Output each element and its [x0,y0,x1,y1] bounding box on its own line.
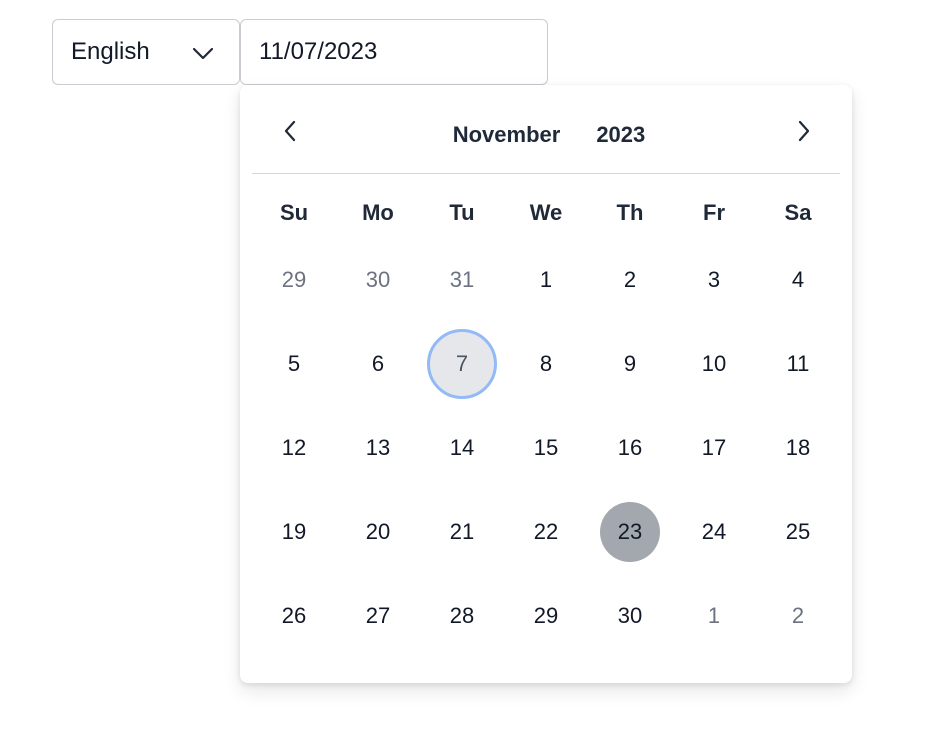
calendar-day-number: 5 [287,351,301,376]
calendar-day[interactable]: 26 [252,574,336,658]
calendar-day-outside-month[interactable]: 1 [672,574,756,658]
calendar-day-number: 3 [707,267,721,292]
calendar-day-number: 17 [701,435,727,460]
calendar-day[interactable]: 20 [336,490,420,574]
calendar-day[interactable]: 5 [252,322,336,406]
weekday-header-row: Su Mo Tu We Th Fr Sa [252,193,840,233]
calendar-day-number: 2 [623,267,637,292]
weekday-label: Mo [362,200,394,225]
calendar-day-outside-month[interactable]: 29 [252,238,336,322]
calendar-day[interactable]: 29 [504,574,588,658]
calendar-day-number: 11 [786,351,810,376]
calendar-day-number: 12 [281,435,307,460]
calendar-day-outside-month[interactable]: 2 [756,574,840,658]
calendar-day-number: 28 [449,603,475,628]
calendar-day-number: 10 [701,351,727,376]
calendar-day-number: 21 [449,519,475,544]
calendar-day[interactable]: 14 [420,406,504,490]
calendar-day-number: 6 [371,351,385,376]
calendar-year[interactable]: 2023 [596,122,645,148]
calendar-day-number: 19 [281,519,307,544]
calendar-day-number: 13 [365,435,391,460]
weekday-label: Su [279,200,309,225]
calendar-day[interactable]: 10 [672,322,756,406]
calendar-days-grid: 29 30 31 1 2 3 4 5 6 7 8 9 10 11 12 13 14 15 16 17 18 19 20 21 2… [252,238,840,658]
calendar-day-number: 29 [533,603,559,628]
calendar-day-selected[interactable]: 23 [588,490,672,574]
calendar-day-number: 20 [365,519,391,544]
weekday-label: Sa [784,200,812,225]
calendar-day-outside-month[interactable]: 31 [420,238,504,322]
calendar-day[interactable]: 16 [588,406,672,490]
calendar-day-number: 22 [533,519,559,544]
calendar-day-number: 4 [791,267,805,292]
calendar-day-number: 7 [427,329,497,399]
calendar-day[interactable]: 18 [756,406,840,490]
calendar-day-number: 1 [539,267,553,292]
calendar-title: November 2023 [252,85,840,185]
calendar-day[interactable]: 9 [588,322,672,406]
calendar-month[interactable]: November [453,122,561,148]
calendar-day[interactable]: 28 [420,574,504,658]
weekday-label: We [529,200,563,225]
calendar-day-number: 18 [785,435,811,460]
calendar-day[interactable]: 30 [588,574,672,658]
calendar-day-number: 15 [533,435,559,460]
calendar-popup: November 2023 Su Mo Tu We Th Fr Sa 29 30 3… [240,85,852,683]
calendar-day[interactable]: 3 [672,238,756,322]
weekday-label: Tu [449,200,475,225]
calendar-day[interactable]: 17 [672,406,756,490]
language-select[interactable]: English [52,19,240,85]
chevron-right-icon [798,120,810,142]
calendar-day-number: 1 [707,603,721,628]
calendar-day[interactable]: 12 [252,406,336,490]
calendar-day[interactable]: 27 [336,574,420,658]
next-month-button[interactable] [790,117,818,145]
date-input[interactable] [240,19,548,85]
calendar-day[interactable]: 19 [252,490,336,574]
calendar-day-number: 30 [365,267,391,292]
calendar-day-number: 31 [449,267,475,292]
calendar-day[interactable]: 15 [504,406,588,490]
calendar-day[interactable]: 4 [756,238,840,322]
calendar-day-number: 30 [617,603,643,628]
calendar-day[interactable]: 13 [336,406,420,490]
weekday-label: Fr [703,200,725,225]
calendar-day[interactable]: 11 [756,322,840,406]
calendar-day-outside-month[interactable]: 30 [336,238,420,322]
calendar-day[interactable]: 21 [420,490,504,574]
chevron-down-icon [192,47,214,60]
calendar-day-number: 24 [701,519,727,544]
calendar-day-number: 9 [623,351,637,376]
calendar-day[interactable]: 25 [756,490,840,574]
calendar-day[interactable]: 24 [672,490,756,574]
calendar-day-number: 16 [617,435,643,460]
calendar-day-number: 29 [281,267,307,292]
prev-month-button[interactable] [276,117,304,145]
calendar-day[interactable]: 8 [504,322,588,406]
calendar-day[interactable]: 6 [336,322,420,406]
calendar-day-number: 26 [281,603,307,628]
chevron-left-icon [284,120,296,142]
calendar-day-number: 14 [449,435,475,460]
language-select-value: English [71,38,150,65]
calendar-day[interactable]: 1 [504,238,588,322]
calendar-day-number: 8 [539,351,553,376]
calendar-day-today[interactable]: 7 [420,322,504,406]
calendar-day[interactable]: 22 [504,490,588,574]
calendar-day-number: 25 [785,519,811,544]
calendar-header: November 2023 [252,85,840,174]
calendar-day-number: 2 [791,603,805,628]
calendar-day-number: 23 [600,502,660,562]
weekday-label: Th [616,200,644,225]
calendar-day[interactable]: 2 [588,238,672,322]
calendar-day-number: 27 [365,603,391,628]
